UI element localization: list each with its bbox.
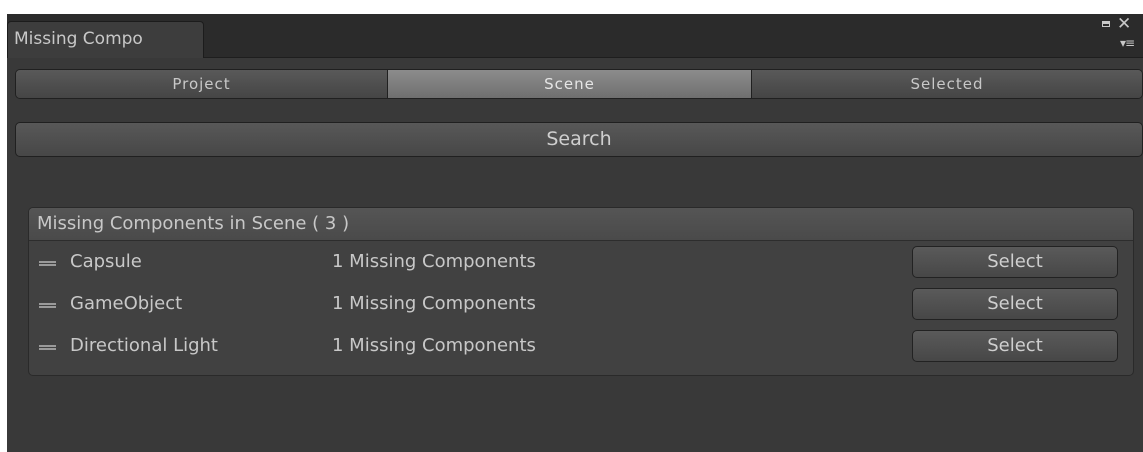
object-name: Capsule	[70, 251, 142, 272]
list-item: GameObject 1 Missing Components Select	[29, 283, 1133, 325]
missing-count: 1 Missing Components	[332, 335, 536, 356]
close-icon[interactable]: ✕	[1117, 14, 1131, 34]
menu-icon[interactable]: ▾≡	[1120, 36, 1135, 50]
tab-bar: Missing Compo ✕ ▾≡	[7, 14, 1143, 58]
list-item: Capsule 1 Missing Components Select	[29, 241, 1133, 283]
tab-scene[interactable]: Scene	[388, 70, 752, 98]
results-header: Missing Components in Scene ( 3 )	[29, 208, 1133, 241]
results-panel: Missing Components in Scene ( 3 ) Capsul…	[28, 207, 1134, 376]
missing-count: 1 Missing Components	[332, 251, 536, 272]
drag-handle-icon[interactable]	[39, 261, 56, 266]
select-button[interactable]: Select	[912, 246, 1118, 278]
object-name: GameObject	[70, 293, 183, 314]
drag-handle-icon[interactable]	[39, 303, 56, 308]
scope-toolbar: Project Scene Selected	[15, 69, 1143, 99]
drag-handle-icon[interactable]	[39, 345, 56, 350]
tab-missing-components[interactable]: Missing Compo	[7, 21, 204, 58]
tab-selected[interactable]: Selected	[752, 70, 1142, 98]
select-button[interactable]: Select	[912, 330, 1118, 362]
missing-components-window: Missing Compo ✕ ▾≡ Project Scene Selecte…	[7, 14, 1143, 452]
select-button[interactable]: Select	[912, 288, 1118, 320]
list-item: Directional Light 1 Missing Components S…	[29, 325, 1133, 367]
maximize-icon[interactable]	[1102, 21, 1110, 27]
tab-project[interactable]: Project	[16, 70, 388, 98]
object-name: Directional Light	[70, 335, 218, 356]
missing-count: 1 Missing Components	[332, 293, 536, 314]
search-button[interactable]: Search	[15, 122, 1143, 157]
